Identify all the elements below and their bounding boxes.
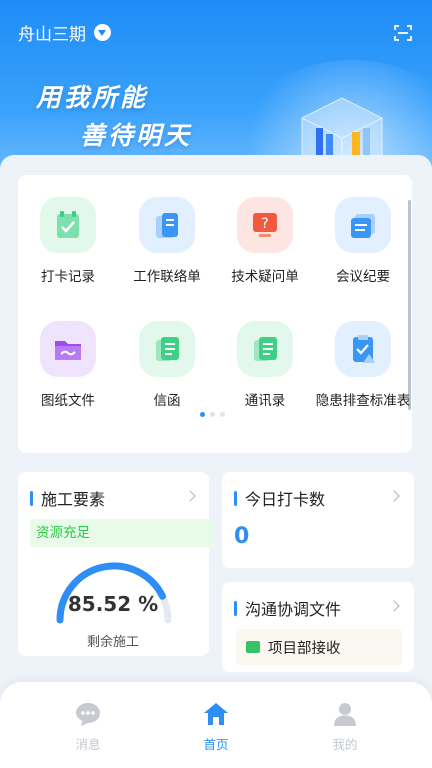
status-badge: 资源充足 [30,519,214,547]
tile-label: 通讯录 [244,393,286,409]
card-title: 施工要素 [30,486,105,510]
bottom-tab-bar: 消息 首页 我的 [0,682,432,768]
profile-icon [334,703,356,726]
tile-address-book[interactable]: 通讯录 [216,321,314,431]
tile-label: 会议纪要 [336,269,390,285]
slogan-line2: 善待明天 [80,121,193,150]
tab-profile[interactable]: 我的 [305,700,385,753]
home-icon [204,703,228,725]
comms-item-label: 项目部接收 [268,640,341,657]
tab-home[interactable]: 首页 [176,700,256,753]
title-accent-bar [234,600,237,616]
checkin-count: 0 [234,524,250,549]
checkin-title: 今日打卡数 [245,490,326,509]
tile-meeting-minutes[interactable]: 会议纪要 [314,197,412,307]
page-indicator [200,412,225,417]
message-icon [76,703,100,726]
tile-label: 工作联络单 [133,269,201,285]
tab-label: 消息 [75,737,101,752]
question-screen-icon: ? [237,197,293,253]
contact-sheet-icon [139,197,195,253]
page-dot [210,412,215,417]
page-dot-active [200,412,205,417]
chevron-right-icon [388,490,400,502]
tab-label: 我的 [332,737,358,752]
drawing-folder-icon [40,321,96,377]
svg-text:?: ? [261,216,268,232]
tab-messages[interactable]: 消息 [48,700,128,753]
tile-hazard-checklist[interactable]: 隐患排查标准表 [314,321,412,431]
tile-label: 打卡记录 [41,269,95,285]
tile-label: 图纸文件 [41,393,95,409]
tile-label: 技术疑问单 [231,269,299,285]
checkin-count-card[interactable]: 今日打卡数 [222,472,414,568]
checkin-icon [40,197,96,253]
page-dot [220,412,225,417]
tab-label: 首页 [203,737,229,752]
tile-tech-question[interactable]: ? 技术疑问单 [216,197,314,307]
tile-drawing-files[interactable]: 图纸文件 [19,321,117,431]
construction-title: 施工要素 [41,490,106,509]
tile-label: 隐患排查标准表 [315,393,411,409]
location-selector[interactable]: 舟山三期 [18,20,111,45]
chevron-right-icon [184,490,196,502]
chevron-right-icon [388,600,400,612]
tile-work-contact-sheet[interactable]: 工作联络单 [118,197,216,307]
gauge-caption: 剩余施工 [86,635,139,650]
comms-list-item[interactable]: 项目部接收 [236,629,402,665]
percent-value: 85.52 % [67,592,159,616]
chevron-down-icon [94,24,111,41]
location-label: 舟山三期 [18,25,86,45]
tile-label: 信函 [153,393,181,409]
comms-title: 沟通协调文件 [245,600,342,619]
card-title: 沟通协调文件 [234,596,341,620]
title-accent-bar [234,490,237,506]
slogan-line1: 用我所能 [36,83,149,112]
tile-checkin-records[interactable]: 打卡记录 [19,197,117,307]
hazard-checklist-icon [335,321,391,377]
title-accent-bar [30,490,33,506]
meeting-minutes-icon [335,197,391,253]
letter-icon [139,321,195,377]
scan-icon[interactable] [394,24,412,42]
address-book-icon [237,321,293,377]
document-icon [246,641,260,653]
card-title: 今日打卡数 [234,486,325,510]
